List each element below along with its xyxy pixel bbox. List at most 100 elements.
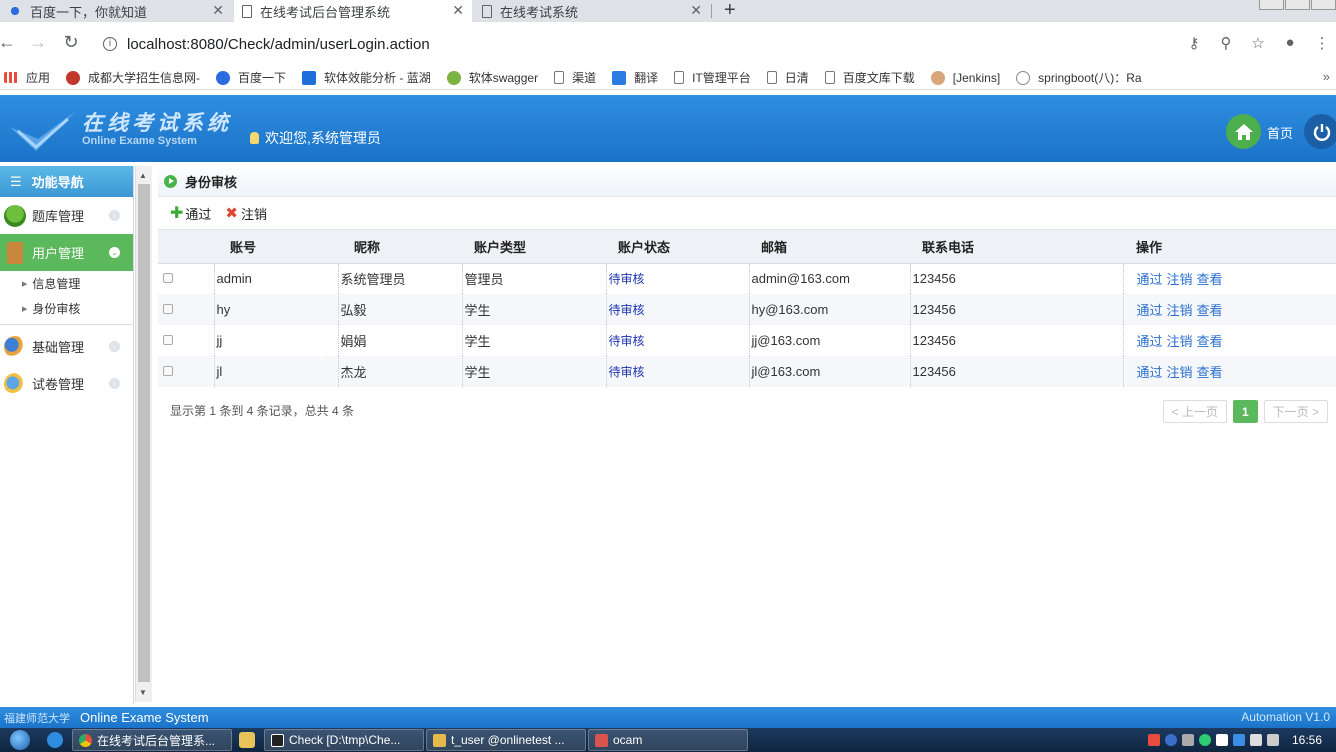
cancel-link[interactable]: 注销 [1167, 365, 1193, 380]
back-icon[interactable]: ← [0, 32, 17, 53]
bookmark-label: [Jenkins] [952, 70, 1001, 85]
more-bookmarks-icon[interactable]: » [1323, 69, 1330, 84]
browser-tab-admin[interactable]: 在线考试后台管理系统 ✕ [234, 0, 472, 22]
star-icon[interactable]: ☆ [1250, 34, 1266, 52]
close-tab-icon[interactable]: ✕ [452, 2, 464, 19]
status-link[interactable]: 待审核 [609, 365, 645, 379]
start-button[interactable] [0, 728, 40, 752]
network-icon[interactable] [1181, 734, 1194, 746]
taskbar-item-ocam[interactable]: ocam [588, 729, 748, 751]
scroll-down-icon[interactable]: ▼ [139, 688, 147, 697]
close-window-button[interactable] [1311, 0, 1336, 10]
bookmark-apps[interactable]: 应用 [4, 69, 50, 86]
sidebar-item-question-bank[interactable]: 题库管理 › [0, 197, 133, 234]
sidebar-item-basic[interactable]: 基础管理 › [0, 328, 133, 365]
sidebar-header: ☰ 功能导航 [0, 166, 133, 197]
bookmark-item[interactable]: IT管理平台 [674, 69, 751, 86]
logo-check-icon [10, 111, 76, 151]
bluetooth-icon[interactable] [1215, 734, 1228, 746]
sogou-icon[interactable] [1147, 734, 1160, 746]
bookmark-item[interactable]: 日清 [766, 69, 809, 86]
sidebar-item-label: 题库管理 [32, 209, 85, 224]
sidebar-scrollbar[interactable]: ▲ ▼ [135, 166, 152, 702]
bookmark-item[interactable]: 软体效能分析 - 蓝湖 [302, 69, 431, 86]
table-row[interactable]: admin 系统管理员 管理员 待审核 admin@163.com 123456… [158, 263, 1336, 294]
lanhu-icon [302, 70, 317, 85]
cancel-link[interactable]: 注销 [1167, 272, 1193, 287]
table-row[interactable]: jl 杰龙 学生 待审核 jl@163.com 123456 通过 注销 查看 [158, 356, 1336, 387]
taskbar-item-db[interactable]: t_user @onlinetest ... [426, 729, 586, 751]
forward-icon[interactable]: → [28, 32, 48, 53]
sidebar-subitem-identity-review[interactable]: ▶ 身份审核 [0, 296, 133, 321]
help-icon[interactable] [1164, 734, 1177, 746]
approve-link[interactable]: 通过 [1137, 272, 1163, 287]
row-checkbox[interactable] [163, 335, 173, 345]
close-tab-icon[interactable]: ✕ [212, 2, 224, 19]
taskbar-item-idea[interactable]: Check [D:\tmp\Che... [264, 729, 424, 751]
key-icon[interactable]: ⚷ [1186, 34, 1202, 52]
bookmark-item[interactable]: 百度文库下载 [824, 69, 915, 86]
bookmark-item[interactable]: 翻译 [612, 69, 658, 86]
bookmark-item[interactable]: 软体swagger [446, 69, 538, 86]
row-checkbox[interactable] [163, 366, 173, 376]
taskbar-item-chrome[interactable]: 在线考试后台管理系... [72, 729, 232, 751]
view-link[interactable]: 查看 [1197, 272, 1223, 287]
home-button[interactable] [1226, 114, 1261, 149]
reload-icon[interactable]: ↻ [61, 32, 81, 53]
cancel-button[interactable]: ✖ 注销 [225, 204, 267, 223]
menu-icon[interactable]: ⋮ [1314, 34, 1330, 52]
page-button-current[interactable]: 1 [1232, 400, 1258, 423]
volume-icon[interactable] [1266, 734, 1279, 746]
bookmark-label: 应用 [26, 71, 51, 85]
cancel-link[interactable]: 注销 [1167, 303, 1193, 318]
site-info-icon[interactable]: i [103, 37, 117, 51]
scrollbar-thumb[interactable] [138, 184, 150, 682]
new-tab-button[interactable]: + [724, 0, 736, 22]
browser-tab-baidu[interactable]: 百度一下，你就知道 ✕ [0, 0, 232, 22]
view-link[interactable]: 查看 [1197, 303, 1223, 318]
signal-icon[interactable] [1249, 734, 1262, 746]
status-link[interactable]: 待审核 [609, 272, 645, 286]
url-input[interactable]: localhost:8080/Check/admin/userLogin.act… [127, 36, 430, 53]
cancel-link[interactable]: 注销 [1167, 334, 1193, 349]
approve-button[interactable]: ✚ 通过 [170, 203, 211, 223]
phone-cell: 123456 [909, 263, 1123, 294]
browser-tab-exam[interactable]: 在线考试系统 ✕ [474, 0, 710, 22]
maximize-button[interactable] [1285, 0, 1310, 10]
view-link[interactable]: 查看 [1197, 334, 1223, 349]
taskbar-explorer[interactable] [232, 728, 262, 752]
row-checkbox[interactable] [163, 273, 173, 284]
shield-icon[interactable] [1232, 734, 1245, 746]
table-row[interactable]: jj 娟娟 学生 待审核 jj@163.com 123456 通过 注销 查看 [158, 325, 1336, 356]
home-label[interactable]: 首页 [1267, 123, 1293, 142]
bookmark-item[interactable]: [Jenkins] [930, 70, 1001, 85]
taskbar-clock[interactable]: 16:56 [1292, 733, 1322, 747]
approve-link[interactable]: 通过 [1137, 334, 1163, 349]
view-link[interactable]: 查看 [1197, 365, 1223, 380]
table-row[interactable]: hy 弘毅 学生 待审核 hy@163.com 123456 通过 注销 查看 [158, 294, 1336, 325]
profile-icon[interactable]: ● [1282, 34, 1298, 52]
taskbar-item-label: ocam [613, 733, 643, 747]
sidebar-item-exam-paper[interactable]: 试卷管理 › [0, 365, 133, 402]
status-link[interactable]: 待审核 [609, 334, 645, 348]
taskbar-ie[interactable] [40, 728, 70, 752]
next-page-button[interactable]: 下一页 > [1263, 400, 1328, 423]
approve-link[interactable]: 通过 [1137, 303, 1163, 318]
prev-page-button[interactable]: < 上一页 [1162, 400, 1227, 423]
bookmark-item[interactable]: springboot(八)：Ra [1016, 69, 1142, 86]
approve-link[interactable]: 通过 [1137, 365, 1163, 380]
bookmark-item[interactable]: 成都大学招生信息网- [66, 69, 200, 86]
bookmark-item[interactable]: 渠道 [554, 69, 596, 86]
logout-button[interactable] [1304, 114, 1336, 149]
scroll-up-icon[interactable]: ▲ [139, 171, 147, 180]
status-link[interactable]: 待审核 [609, 303, 645, 317]
row-checkbox[interactable] [163, 304, 173, 314]
wechat-icon[interactable] [1198, 734, 1211, 746]
close-tab-icon[interactable]: ✕ [690, 2, 702, 19]
minimize-button[interactable] [1259, 0, 1284, 10]
sidebar-subitem-info[interactable]: ▶ 信息管理 [0, 271, 133, 296]
sidebar-item-user-management[interactable]: 用户管理 ⌄ [0, 234, 133, 271]
baidu-paw-icon [216, 70, 231, 85]
zoom-icon[interactable]: ⚲ [1218, 34, 1234, 52]
bookmark-item[interactable]: 百度一下 [216, 69, 286, 86]
